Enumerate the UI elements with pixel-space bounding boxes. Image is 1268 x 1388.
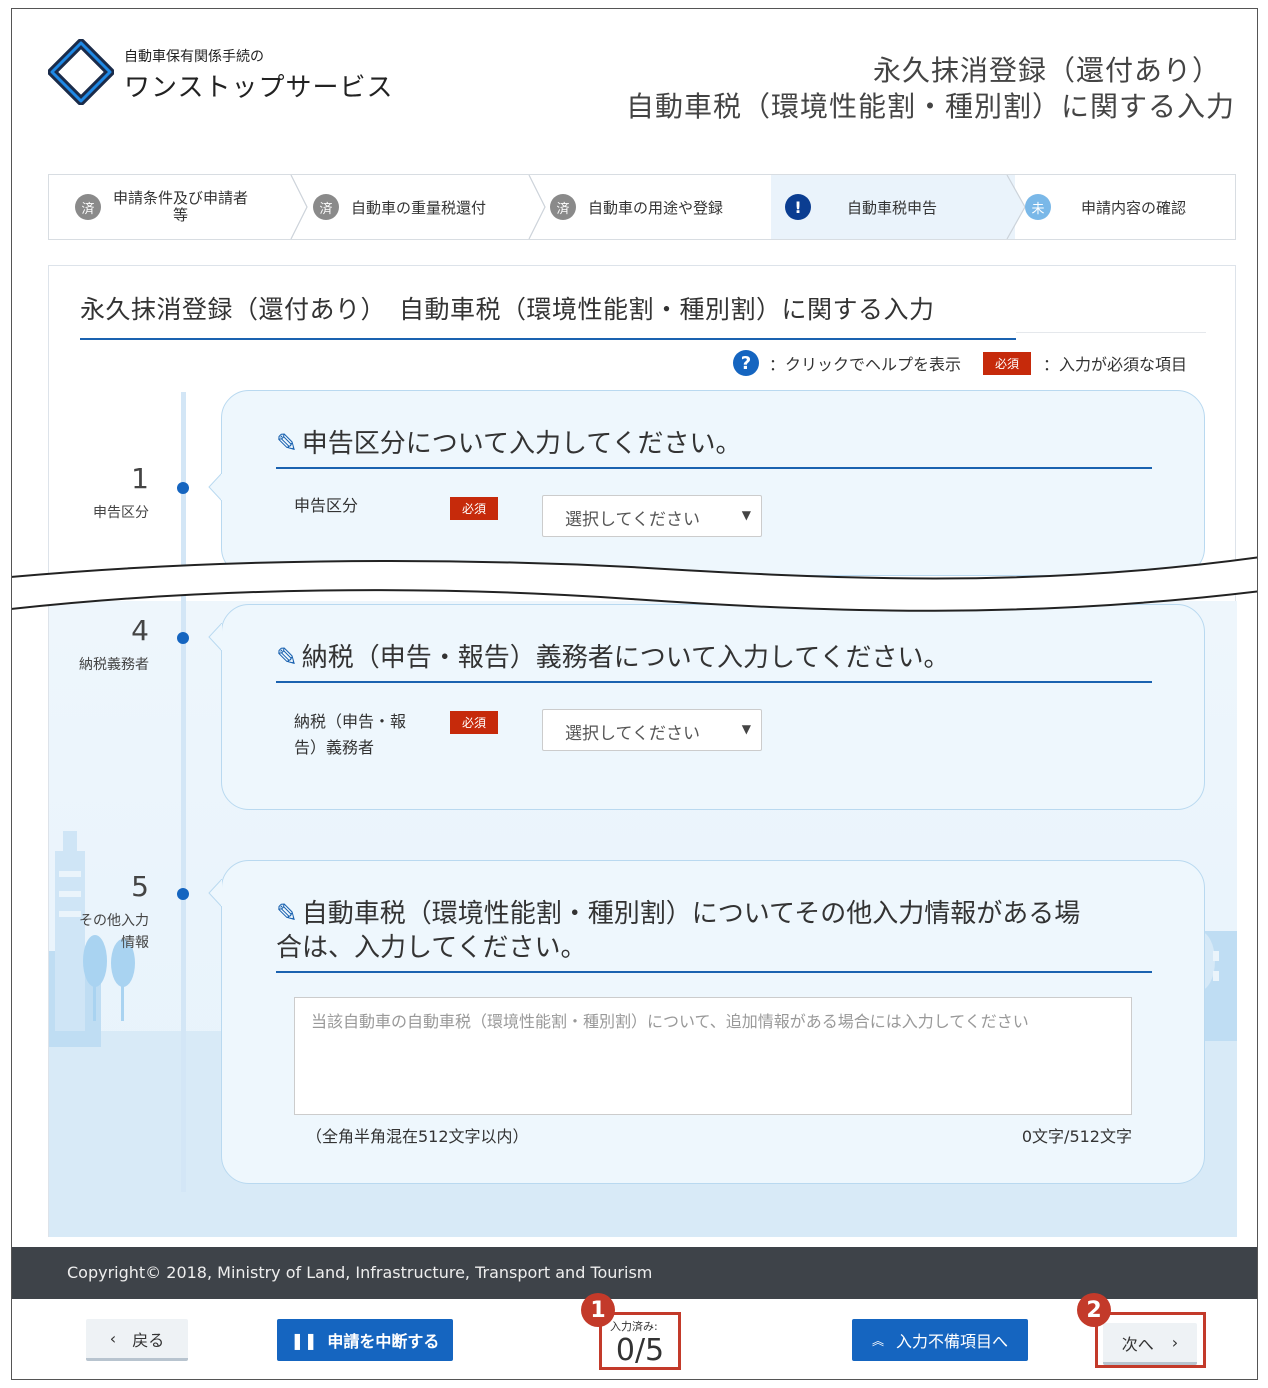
other-info-textarea[interactable]: 当該自動車の自動車税（環境性能割・種別割）について、追加情報がある場合には入力し… <box>294 997 1132 1115</box>
step-todo-icon: 未 <box>1025 194 1051 220</box>
step-label: 自動車の用途や登録 <box>588 198 724 217</box>
chevron-down-icon: ▼ <box>741 508 751 522</box>
logo-subtitle: 自動車保有関係手続の <box>124 49 264 65</box>
section-nav-label: 納税義務者 <box>79 657 149 673</box>
step-applicant: 済 申請条件及び申請者 等 <box>75 175 305 239</box>
step-label: 申請内容の確認 <box>1081 198 1187 217</box>
chevron-up-double-icon: ︽ <box>871 1333 884 1348</box>
step-done-icon: 済 <box>313 194 339 220</box>
step-confirm: 未 申請内容の確認 <box>1025 175 1235 239</box>
char-limit-note: （全角半角混在512文字以内） <box>306 1127 529 1146</box>
required-badge: 必須 <box>982 351 1031 375</box>
chevron-right-icon: › <box>1171 1333 1179 1352</box>
logo-icon <box>48 39 114 105</box>
step-done-icon: 済 <box>75 194 101 220</box>
section-number: 5 <box>131 870 149 903</box>
chevron-left-icon: ‹ <box>109 1329 117 1348</box>
edit-icon: ✎ <box>276 643 298 673</box>
progress-label: 入力済み: <box>610 1320 658 1333</box>
timeline-dot <box>177 888 189 900</box>
edit-icon: ✎ <box>276 429 298 459</box>
step-label: 自動車税申告 <box>847 198 938 217</box>
legend-help-text: ：クリックでヘルプを表示 <box>768 355 961 374</box>
bubble-pointer <box>208 623 222 651</box>
step-done-icon: 済 <box>550 194 576 220</box>
chevron-down-icon: ▼ <box>741 722 751 736</box>
annotation-marker-1: 1 <box>581 1293 615 1327</box>
page-break-divider <box>12 556 1257 612</box>
section-heading: ✎ 納税（申告・報告）義務者について入力してください。 <box>276 641 1152 683</box>
next-button[interactable]: 次へ › <box>1103 1323 1197 1365</box>
legend: ? ：クリックでヘルプを表示 必須 ：入力が必須な項目 <box>732 350 1187 376</box>
timeline-dot <box>177 482 189 494</box>
section-heading: ✎ 申告区分について入力してください。 <box>276 427 1152 469</box>
step-label: 申請条件及び申請者 <box>113 189 249 207</box>
progress-counter: 入力済み: 0/5 <box>599 1312 681 1370</box>
step-timeline <box>181 392 186 1192</box>
section-nav-label: 申告区分 <box>93 505 149 521</box>
section-number: 1 <box>131 462 149 495</box>
step-separator <box>528 175 546 239</box>
section-heading: ✎ 自動車税（環境性能割・種別割）についてその他入力情報がある場 合は、入力してく… <box>276 897 1152 973</box>
section-4-panel: ✎ 納税（申告・報告）義務者について入力してください。 納税（申告・報 告）義務者… <box>208 604 1205 810</box>
form-title: 永久抹消登録（還付あり） 自動車税（環境性能割・種別割）に関する入力 <box>80 290 1016 340</box>
step-vehicle-tax-current: ! 自動車税申告 <box>771 175 1015 239</box>
step-label-cont: 等 <box>173 206 189 224</box>
legend-required-text: ：入力が必須な項目 <box>1042 355 1187 374</box>
page-title-line2: 自動車税（環境性能割・種別割）に関する入力 <box>625 90 1235 123</box>
page-frame: 自動車保有関係手続の ワンストップサービス 永久抹消登録（還付あり） 自動車税（… <box>11 8 1258 1380</box>
step-separator <box>290 175 308 239</box>
step-current-icon: ! <box>785 194 811 220</box>
section-nav-label: その他入力情報 <box>79 913 149 951</box>
copyright-bar: Copyright© 2018, Ministry of Land, Infra… <box>12 1247 1257 1299</box>
invalid-items-button[interactable]: ︽ 入力不備項目へ <box>852 1319 1028 1361</box>
timeline-dot <box>177 632 189 644</box>
char-counter: 0文字/512文字 <box>1021 1127 1132 1146</box>
bubble-pointer <box>208 473 222 501</box>
step-progress-bar: 済 申請条件及び申請者 等 済 自動車の重量税還付 済 自動車の用途や登録 ! … <box>48 174 1236 240</box>
back-button[interactable]: ‹ 戻る <box>86 1319 188 1361</box>
step-label: 自動車の重量税還付 <box>351 198 487 217</box>
pause-icon: ❚❚ <box>290 1330 318 1350</box>
required-badge: 必須 <box>450 497 499 520</box>
page-title-line1: 永久抹消登録（還付あり） <box>872 54 1221 87</box>
bubble-pointer <box>208 879 222 907</box>
logo-title: ワンストップサービス <box>124 73 394 103</box>
title-divider <box>1016 332 1206 333</box>
annotation-marker-2: 2 <box>1077 1293 1111 1327</box>
step-usage-registration: 済 自動車の用途や登録 <box>550 175 780 239</box>
required-badge: 必須 <box>450 711 499 734</box>
field-label: 納税（申告・報 告）義務者 <box>294 712 407 757</box>
help-icon: ? <box>732 350 759 376</box>
form-card: 永久抹消登録（還付あり） 自動車税（環境性能割・種別割）に関する入力 ? ：クリ… <box>48 265 1237 1237</box>
progress-value: 0/5 <box>615 1333 665 1368</box>
section-5-panel: ✎ 自動車税（環境性能割・種別割）についてその他入力情報がある場 合は、入力してく… <box>208 860 1205 1184</box>
suspend-application-button[interactable]: ❚❚ 申請を中断する <box>277 1319 453 1361</box>
edit-icon: ✎ <box>276 899 298 929</box>
step-weight-tax: 済 自動車の重量税還付 <box>313 175 543 239</box>
taxpayer-select[interactable]: 選択してください ▼ <box>542 709 762 751</box>
declaration-type-select[interactable]: 選択してください ▼ <box>542 495 762 537</box>
field-label: 申告区分 <box>294 496 359 515</box>
